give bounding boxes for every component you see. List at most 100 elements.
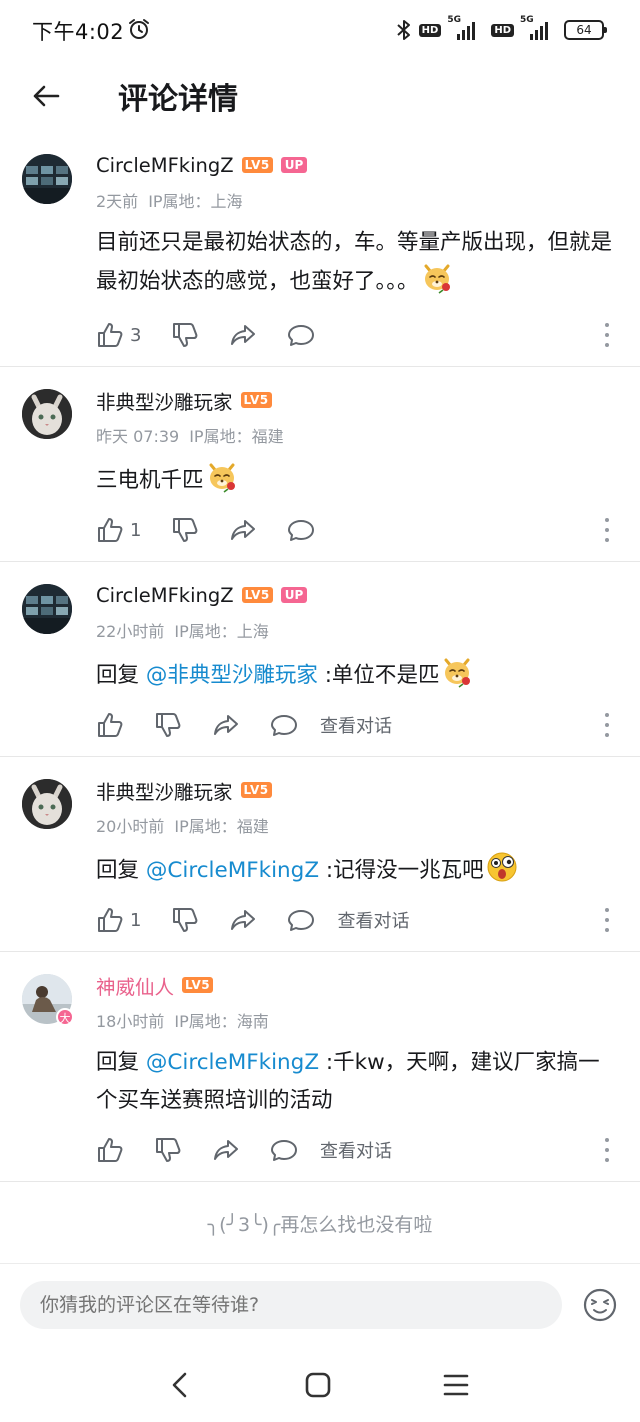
action-bar: 查看对话	[96, 1135, 392, 1165]
signal-icon-2: 5G	[520, 15, 558, 40]
comment-meta: 22小时前 IP属地：上海	[96, 618, 269, 642]
comment-bubble-icon	[287, 321, 315, 349]
avatar[interactable]	[22, 389, 72, 439]
signal-icon-1: 5G	[447, 15, 485, 40]
comment-meta: 2天前 IP属地：上海	[96, 188, 243, 212]
level-badge: LV5	[241, 587, 273, 603]
hd-badge-1: HD	[418, 23, 442, 37]
thumbs-down-icon	[171, 906, 199, 934]
thumbs-up-icon	[96, 711, 124, 739]
square-home-icon	[305, 1372, 331, 1398]
share-button[interactable]	[229, 516, 257, 544]
comment-text: 回复 @CircleMFkingZ :千kw，天啊，建议厂家搞一个买车送赛照培训…	[96, 1050, 600, 1113]
dislike-button[interactable]	[154, 1136, 182, 1164]
username[interactable]: 神威仙人	[96, 971, 174, 1000]
system-nav-bar	[0, 1353, 640, 1422]
user-row: CircleMFkingZ LV5 UP	[96, 582, 308, 608]
comment-bubble-icon	[287, 906, 315, 934]
more-menu-button[interactable]	[604, 713, 610, 737]
comment-bubble-icon	[287, 516, 315, 544]
comment-item: CircleMFkingZ LV5 UP 2天前 IP属地：上海 目前还只是最初…	[0, 140, 640, 367]
battery-icon: 64	[564, 20, 607, 40]
more-menu-button[interactable]	[604, 1138, 610, 1162]
avatar[interactable]	[22, 779, 72, 829]
dislike-button[interactable]	[171, 321, 199, 349]
view-conversation-link[interactable]: 查看对话	[320, 1137, 392, 1163]
ip-location: IP属地：福建	[174, 817, 269, 836]
reply-button[interactable]	[270, 1136, 298, 1164]
comment-bubble-icon	[270, 711, 298, 739]
like-count: 1	[130, 519, 142, 541]
action-bar: 1	[96, 515, 345, 545]
end-of-list-text: ╮(╯3╰)╭再怎么找也没有啦	[207, 1214, 433, 1236]
back-button[interactable]	[24, 74, 68, 118]
like-count: 3	[130, 324, 142, 346]
like-button[interactable]	[96, 711, 124, 739]
dislike-button[interactable]	[171, 906, 199, 934]
username[interactable]: 非典型沙雕玩家	[96, 386, 233, 415]
action-bar: 查看对话	[96, 710, 392, 740]
dislike-button[interactable]	[171, 516, 199, 544]
arrow-left-icon	[33, 85, 60, 107]
comment-meta: 昨天 07:39 IP属地：福建	[96, 423, 284, 447]
nav-back-button[interactable]	[160, 1368, 200, 1402]
comment-text: 三电机千匹	[96, 461, 616, 500]
reply-button[interactable]	[287, 516, 315, 544]
thumbs-up-icon	[96, 516, 124, 544]
more-menu-button[interactable]	[604, 323, 610, 347]
username[interactable]: 非典型沙雕玩家	[96, 776, 233, 805]
level-badge: LV5	[240, 782, 272, 798]
share-icon	[229, 516, 257, 544]
user-row: 神威仙人 LV5	[96, 971, 214, 1000]
ip-location: IP属地：上海	[148, 192, 243, 211]
avatar[interactable]	[22, 584, 72, 634]
share-button[interactable]	[212, 1136, 240, 1164]
alarm-icon	[129, 19, 149, 39]
mention-link[interactable]: @CircleMFkingZ	[146, 1050, 319, 1075]
emoji-icon[interactable]	[582, 1287, 618, 1323]
more-menu-button[interactable]	[604, 908, 610, 932]
up-badge: UP	[280, 587, 308, 603]
comment-item: CircleMFkingZ LV5 UP 22小时前 IP属地：上海 回复 @非…	[0, 562, 640, 757]
reply-button[interactable]	[287, 906, 315, 934]
avatar[interactable]: 大	[22, 974, 74, 1026]
like-button[interactable]: 3	[96, 321, 141, 349]
comment-bubble-icon	[270, 1136, 298, 1164]
comment-input[interactable]	[20, 1281, 562, 1329]
username[interactable]: CircleMFkingZ	[96, 584, 234, 607]
ip-location: IP属地：海南	[174, 1012, 269, 1031]
comment-time: 昨天 07:39	[96, 427, 180, 446]
ip-location: IP属地：福建	[189, 427, 284, 446]
username[interactable]: CircleMFkingZ	[96, 154, 234, 177]
share-button[interactable]	[212, 711, 240, 739]
comment-item: 非典型沙雕玩家 LV5 昨天 07:39 IP属地：福建 三电机千匹 1	[0, 367, 640, 562]
like-button[interactable]: 1	[96, 516, 141, 544]
header: 评论详情	[0, 60, 640, 130]
mention-link[interactable]: @CircleMFkingZ	[146, 858, 319, 883]
nav-home-button[interactable]	[298, 1368, 338, 1402]
comment-time: 20小时前	[96, 817, 165, 836]
bluetooth-icon	[396, 20, 410, 40]
comment-time: 2天前	[96, 192, 139, 211]
more-menu-button[interactable]	[604, 518, 610, 542]
share-icon	[212, 1136, 240, 1164]
share-button[interactable]	[229, 906, 257, 934]
view-conversation-link[interactable]: 查看对话	[337, 907, 409, 933]
doge-rose-icon	[206, 461, 238, 493]
status-icons: HD 5G HD 5G 64	[395, 15, 607, 44]
avatar[interactable]	[22, 154, 72, 204]
dislike-button[interactable]	[154, 711, 182, 739]
view-conversation-link[interactable]: 查看对话	[320, 712, 392, 738]
like-button[interactable]: 1	[96, 906, 141, 934]
user-row: 非典型沙雕玩家 LV5	[96, 386, 272, 415]
mention-link[interactable]: @非典型沙雕玩家	[146, 663, 318, 688]
status-bar: 下午4:02 HD 5G HD 5G 64	[0, 0, 640, 60]
nav-menu-button[interactable]	[436, 1368, 476, 1402]
reply-button[interactable]	[270, 711, 298, 739]
doge-rose-icon	[421, 262, 453, 294]
share-button[interactable]	[229, 321, 257, 349]
user-row: CircleMFkingZ LV5 UP	[96, 152, 308, 178]
reply-button[interactable]	[287, 321, 315, 349]
user-row: 非典型沙雕玩家 LV5	[96, 776, 272, 805]
like-button[interactable]	[96, 1136, 124, 1164]
